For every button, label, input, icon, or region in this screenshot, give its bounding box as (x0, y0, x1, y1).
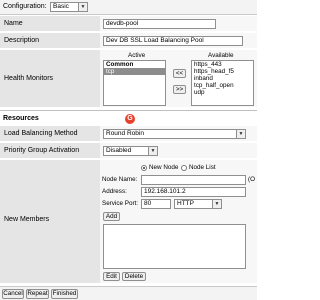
health-monitors-value-cell: Active Available Common tcp << >> https_… (100, 50, 257, 108)
list-item[interactable]: Common (104, 61, 165, 68)
active-monitors-list[interactable]: Common tcp (103, 60, 166, 106)
name-input[interactable]: devdb-pool (103, 19, 216, 29)
list-item[interactable]: tcp_half_open (192, 82, 253, 89)
chevron-down-icon: ▼ (78, 3, 87, 11)
edit-member-button[interactable]: Edit (103, 272, 120, 281)
address-label: Address: (102, 188, 127, 195)
chevron-down-icon: ▼ (148, 147, 157, 155)
available-heading: Available (208, 52, 234, 59)
description-label-cell: Description (0, 33, 100, 49)
name-label: Name (4, 20, 23, 27)
address-input[interactable]: 192.168.101.2 (141, 187, 246, 197)
repeat-button[interactable]: Repeat (26, 289, 49, 299)
list-item[interactable]: https_443 (192, 61, 253, 68)
delete-member-button[interactable]: Delete (122, 272, 146, 281)
move-left-button[interactable]: << (173, 69, 186, 78)
description-label: Description (4, 37, 40, 44)
priority-label: Priority Group Activation (4, 147, 80, 154)
node-list-radio[interactable] (181, 165, 187, 171)
list-item[interactable]: udp (192, 89, 253, 96)
new-node-label: New Node (149, 164, 179, 171)
node-name-input[interactable] (141, 175, 246, 185)
priority-label-cell: Priority Group Activation (0, 143, 100, 159)
configuration-label: Configuration: (3, 3, 47, 10)
list-item[interactable]: https_head_f5 (192, 68, 253, 75)
list-item[interactable]: inband (192, 75, 253, 82)
lb-method-label: Load Balancing Method (4, 130, 78, 137)
lb-method-label-cell: Load Balancing Method (0, 126, 100, 142)
lb-method-select[interactable]: Round Robin ▼ (103, 129, 246, 139)
new-members-label-cell: New Members (0, 160, 100, 284)
list-item[interactable]: tcp (104, 68, 165, 75)
service-protocol-value: HTTP (177, 200, 194, 207)
service-port-input[interactable]: 80 (141, 199, 171, 209)
node-name-optional: (O (248, 176, 255, 183)
section-divider (0, 110, 257, 111)
add-member-button[interactable]: Add (103, 212, 120, 221)
configuration-value: Basic (53, 3, 69, 10)
priority-value-cell: Disabled ▼ (100, 143, 257, 159)
name-value-cell: devdb-pool (100, 16, 257, 32)
resources-title: Resources (3, 115, 39, 122)
members-list[interactable] (103, 224, 246, 269)
priority-select[interactable]: Disabled ▼ (103, 146, 158, 156)
move-right-button[interactable]: >> (173, 85, 186, 94)
service-port-label: Service Port: (102, 200, 139, 207)
lb-method-value-cell: Round Robin ▼ (100, 126, 257, 142)
chevron-down-icon: ▼ (236, 130, 245, 138)
finished-button[interactable]: Finished (51, 289, 78, 299)
description-value-cell: Dev DB SSL Load Balancing Pool (100, 33, 257, 49)
service-protocol-select[interactable]: HTTP ▼ (174, 199, 222, 209)
cancel-button[interactable]: Cancel (2, 289, 24, 299)
configuration-bar: Configuration: Basic ▼ (0, 0, 257, 15)
f5-logo-icon: G (125, 114, 135, 124)
health-monitors-label-cell: Health Monitors (0, 50, 100, 108)
footer-bar: Cancel Repeat Finished (0, 286, 257, 300)
new-node-radio[interactable] (141, 165, 147, 171)
node-name-label: Node Name: (102, 176, 138, 183)
available-monitors-list[interactable]: https_443 https_head_f5 inband tcp_half_… (191, 60, 254, 106)
active-heading: Active (128, 52, 146, 59)
lb-method-value: Round Robin (106, 130, 144, 137)
node-list-label: Node List (189, 164, 216, 171)
chevron-down-icon: ▼ (212, 200, 221, 208)
description-input[interactable]: Dev DB SSL Load Balancing Pool (103, 36, 243, 46)
health-monitors-label: Health Monitors (4, 75, 54, 82)
priority-value: Disabled (106, 147, 132, 154)
new-members-label: New Members (4, 216, 50, 223)
configuration-select[interactable]: Basic ▼ (50, 2, 88, 12)
name-label-cell: Name (0, 16, 100, 32)
new-members-value-cell: New Node Node List Node Name: (O Address… (100, 160, 257, 284)
